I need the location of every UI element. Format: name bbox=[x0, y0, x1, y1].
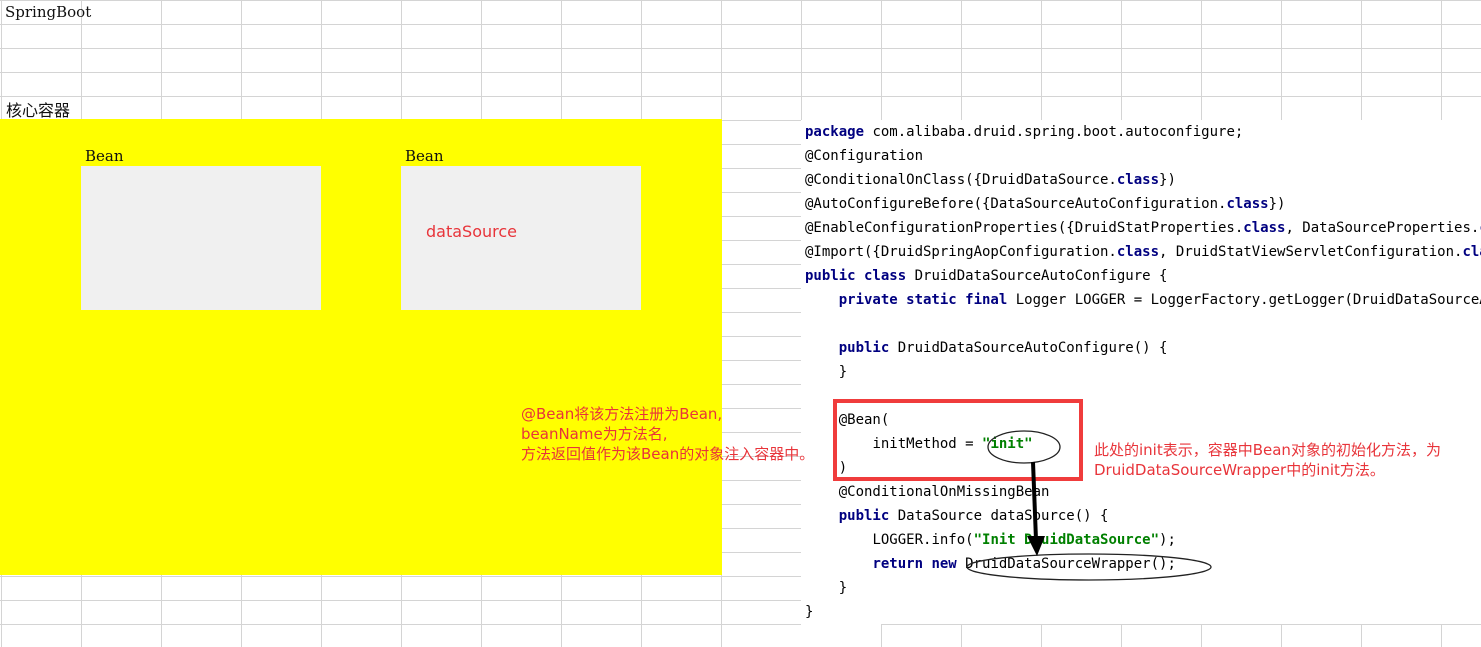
annotation-left[interactable]: @Bean将该方法注册为Bean, beanName为方法名, 方法返回值作为该… bbox=[521, 404, 814, 464]
code-token: public bbox=[838, 508, 890, 524]
code-token: DruidDataSourceAutoConfigure() { bbox=[889, 340, 1168, 356]
annotation-right[interactable]: 此处的init表示，容器中Bean对象的初始化方法，为 DruidDataSou… bbox=[1094, 440, 1441, 480]
code-token: @ConditionalOnClass({DruidDataSource. bbox=[805, 172, 1117, 188]
code-token: , DataSourceProperties. bbox=[1285, 220, 1480, 236]
bean1-box[interactable] bbox=[81, 166, 321, 310]
code-token: package bbox=[805, 124, 865, 140]
bean2-label: Bean bbox=[405, 147, 444, 165]
code-line: public DataSource dataSource() { bbox=[805, 504, 1481, 528]
code-token: ) bbox=[838, 460, 848, 476]
code-line: package com.alibaba.druid.spring.boot.au… bbox=[805, 120, 1481, 144]
code-token: class bbox=[1116, 244, 1160, 260]
code-token: class bbox=[1116, 172, 1160, 188]
code-token: Logger LOGGER = LoggerFactory.getLogger(… bbox=[1015, 292, 1481, 308]
code-token: DruidDataSourceWrapper(); bbox=[956, 556, 1176, 572]
code-token: private static final bbox=[838, 292, 1008, 308]
code-line: @ConditionalOnMissingBean bbox=[805, 480, 1481, 504]
code-token: }) bbox=[1159, 172, 1176, 188]
code-token: @AutoConfigureBefore({DataSourceAutoConf… bbox=[805, 196, 1227, 212]
cell-a1[interactable]: SpringBoot bbox=[5, 3, 91, 21]
code-line: } bbox=[805, 360, 1481, 384]
code-token: } bbox=[838, 364, 848, 380]
code-token: @EnableConfigurationProperties({DruidSta… bbox=[805, 220, 1244, 236]
code-token: com.alibaba.druid.spring.boot.autoconfig… bbox=[864, 124, 1244, 140]
code-line: } bbox=[805, 576, 1481, 600]
code-line: private static final Logger LOGGER = Log… bbox=[805, 288, 1481, 312]
code-token: @ConditionalOnMissingBean bbox=[838, 484, 1050, 500]
annotation-right-line: 此处的init表示，容器中Bean对象的初始化方法，为 bbox=[1094, 441, 1441, 459]
code-token: } bbox=[805, 604, 814, 620]
code-token: @Configuration bbox=[805, 148, 924, 164]
code-token: , DruidStatViewServletConfiguration. bbox=[1159, 244, 1463, 260]
code-token: public bbox=[838, 340, 890, 356]
code-block[interactable]: package com.alibaba.druid.spring.boot.au… bbox=[805, 120, 1481, 624]
code-token: } bbox=[838, 580, 848, 596]
code-line: @Bean( bbox=[805, 408, 1481, 432]
code-token: initMethod = bbox=[872, 436, 983, 452]
code-line: @AutoConfigureBefore({DataSourceAutoConf… bbox=[805, 192, 1481, 216]
code-line: public DruidDataSourceAutoConfigure() { bbox=[805, 336, 1481, 360]
code-token: class bbox=[1226, 196, 1269, 212]
code-token: "init" bbox=[982, 436, 1033, 452]
bean2-content: dataSource bbox=[426, 222, 517, 241]
code-token: DruidDataSourceAutoConfigure { bbox=[906, 268, 1168, 284]
annotation-left-line: @Bean将该方法注册为Bean, bbox=[521, 405, 723, 423]
code-line: LOGGER.info("Init DruidDataSource"); bbox=[805, 528, 1481, 552]
code-token: "Init DruidDataSource" bbox=[973, 532, 1160, 548]
code-token: public class bbox=[805, 268, 907, 284]
code-token: return new bbox=[872, 556, 957, 572]
code-token: @Import({DruidSpringAopConfiguration. bbox=[805, 244, 1117, 260]
code-token: @Bean( bbox=[838, 412, 890, 428]
bean2-box[interactable]: dataSource bbox=[401, 166, 641, 310]
code-line: @ConditionalOnClass({DruidDataSource.cla… bbox=[805, 168, 1481, 192]
code-token: LOGGER.info( bbox=[872, 532, 974, 548]
code-line: ​ bbox=[805, 384, 1481, 408]
annotation-right-line: DruidDataSourceWrapper中的init方法。 bbox=[1094, 461, 1385, 479]
code-token: DataSource dataSource() { bbox=[889, 508, 1109, 524]
code-line: ​ bbox=[805, 312, 1481, 336]
bean1-label: Bean bbox=[85, 147, 124, 165]
code-line: } bbox=[805, 600, 1481, 624]
code-line: return new DruidDataSourceWrapper(); bbox=[805, 552, 1481, 576]
annotation-left-line: beanName为方法名, bbox=[521, 425, 668, 443]
code-line: @Configuration bbox=[805, 144, 1481, 168]
code-line: @Import({DruidSpringAopConfiguration.cla… bbox=[805, 240, 1481, 264]
code-token: }) bbox=[1268, 196, 1286, 212]
code-token: class bbox=[1243, 220, 1286, 236]
code-line: public class DruidDataSourceAutoConfigur… bbox=[805, 264, 1481, 288]
code-line: @EnableConfigurationProperties({DruidSta… bbox=[805, 216, 1481, 240]
section-title[interactable]: 核心容器 bbox=[6, 97, 70, 121]
annotation-left-line: 方法返回值作为该Bean的对象注入容器中。 bbox=[521, 445, 815, 463]
code-token: class bbox=[1462, 244, 1481, 260]
code-token: ); bbox=[1159, 532, 1176, 548]
